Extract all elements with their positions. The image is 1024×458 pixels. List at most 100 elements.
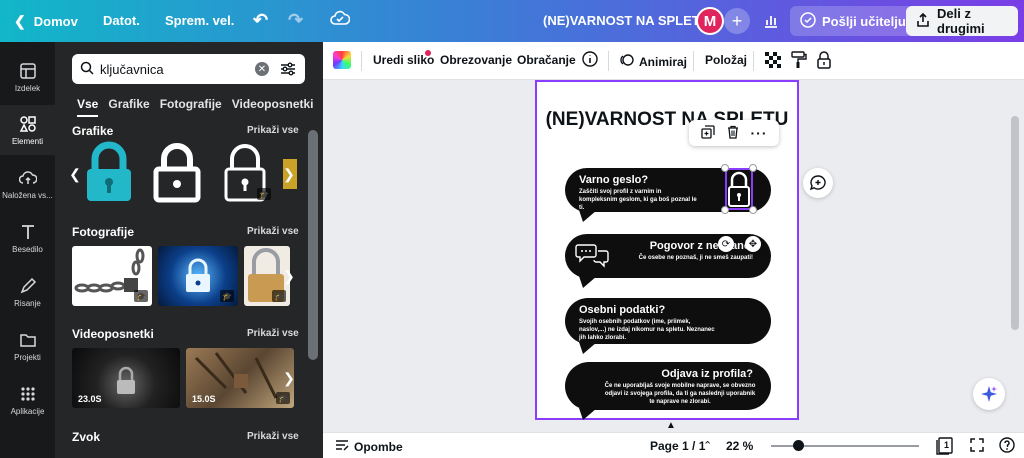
bubble-text: Svojih osebnih podatkov (ime, priimek, n… xyxy=(579,319,715,341)
rail-item-elements[interactable]: Elementi xyxy=(0,105,55,155)
videos-section-title: Videoposnetki xyxy=(72,327,154,341)
video-padlock-dark[interactable]: 23.0S xyxy=(72,348,180,408)
zoom-level[interactable]: 22 % xyxy=(726,439,753,453)
pages-grid-button[interactable]: 1 xyxy=(935,437,955,458)
info-icon[interactable] xyxy=(582,51,598,70)
add-comment-button[interactable] xyxy=(803,168,833,198)
rail-item-text[interactable]: Besedilo xyxy=(0,213,55,263)
graphics-show-all-link[interactable]: Prikaži vse xyxy=(247,125,299,136)
photos-show-all-link[interactable]: Prikaži vse xyxy=(247,226,299,237)
rail-item-draw[interactable]: Risanje xyxy=(0,267,55,317)
more-options-icon[interactable]: ··· xyxy=(751,125,768,141)
left-rail: Izdelek Elementi Naložena vs... Besedilo… xyxy=(0,42,55,458)
notes-button[interactable]: Opombe xyxy=(335,439,403,454)
animate-icon xyxy=(619,53,635,70)
resize-handle[interactable] xyxy=(721,206,729,214)
home-button[interactable]: ❮ Domov xyxy=(14,13,78,30)
folder-icon xyxy=(19,333,36,347)
pen-icon xyxy=(20,277,36,293)
speech-bubble[interactable]: Osebni podatki? Svojih osebnih podatkov … xyxy=(565,298,771,354)
resize-handle[interactable] xyxy=(749,206,757,214)
lock-graphic-teal[interactable] xyxy=(79,140,139,204)
chevron-up-icon[interactable]: ▲ xyxy=(666,420,676,431)
clear-search-icon[interactable]: ✕ xyxy=(255,62,269,76)
video-chain-gate[interactable]: 15.0S 🎓 xyxy=(186,348,294,408)
duplicate-icon[interactable] xyxy=(700,124,715,142)
video-duration: 15.0S xyxy=(192,394,216,404)
file-menu-button[interactable]: Datot. xyxy=(103,13,140,28)
avatar[interactable]: M xyxy=(696,7,724,35)
redo-icon[interactable]: ↷ xyxy=(288,10,303,31)
photo-digital-lock[interactable]: 🎓 xyxy=(158,246,238,306)
notes-icon xyxy=(335,439,349,454)
lock-graphic-white[interactable] xyxy=(147,140,207,204)
photo-chain-lock[interactable]: 🎓 xyxy=(72,246,152,306)
chevron-right-icon[interactable]: ❯ xyxy=(281,261,297,291)
graphics-row: 🎓 xyxy=(79,140,297,204)
tab-photos[interactable]: Fotografije xyxy=(160,97,222,117)
apps-grid-icon xyxy=(20,386,35,401)
design-canvas: (NE)VARNOST NA SPLETU Varno geslo? Zašči… xyxy=(323,80,1024,432)
animate-button[interactable]: Animiraj xyxy=(619,53,687,70)
resize-handle[interactable] xyxy=(749,164,757,172)
position-button[interactable]: Položaj xyxy=(705,53,747,67)
selected-lock-element[interactable] xyxy=(725,168,753,210)
trash-icon[interactable] xyxy=(726,125,740,142)
bottom-bar: Opombe Page 1 / 1 ⌃ 22 % 1 xyxy=(323,432,1024,458)
fullscreen-icon[interactable] xyxy=(969,437,985,456)
chevron-right-icon[interactable]: ❯ xyxy=(281,363,297,393)
home-label: Domov xyxy=(33,14,78,29)
send-to-teacher-button[interactable]: Pošlji učitelju xyxy=(790,6,916,36)
animate-label: Animiraj xyxy=(639,54,688,69)
search-input[interactable] xyxy=(100,61,250,77)
text-icon xyxy=(21,224,34,239)
move-icon[interactable]: ✥ xyxy=(745,236,761,252)
page-indicator[interactable]: Page 1 / 1 xyxy=(650,439,705,453)
resize-button[interactable]: Sprem. vel. xyxy=(165,13,234,28)
paint-roller-icon[interactable] xyxy=(791,51,807,72)
photos-section-title: Fotografije xyxy=(72,225,134,239)
resize-handle[interactable] xyxy=(721,164,729,172)
rail-item-design[interactable]: Izdelek xyxy=(0,52,55,102)
page-count: 1 xyxy=(944,440,950,450)
audio-show-all-link[interactable]: Prikaži vse xyxy=(247,431,299,442)
elements-panel: ✕ Vse Grafike Fotografije Videoposnetki … xyxy=(55,42,323,458)
add-collaborator-button[interactable]: + xyxy=(724,8,750,34)
panel-scrollbar[interactable] xyxy=(308,130,318,360)
zoom-slider-knob[interactable] xyxy=(793,440,804,451)
toolbar-divider xyxy=(693,51,694,71)
help-icon[interactable] xyxy=(999,437,1015,456)
sparkle-icon xyxy=(981,386,997,402)
filter-sliders-icon[interactable] xyxy=(279,60,297,81)
tab-all[interactable]: Vse xyxy=(77,97,99,117)
chevron-up-icon[interactable]: ⌃ xyxy=(703,439,712,452)
chat-bubbles-icon xyxy=(575,242,609,271)
speech-bubble[interactable]: Pogovor z neznanci Če osebe ne poznaš, j… xyxy=(565,234,771,288)
bubble-text: Če ne uporabljaš svoje mobilne naprave, … xyxy=(604,383,756,405)
speech-bubble[interactable]: Odjava iz profila? Če ne uporabljaš svoj… xyxy=(565,362,771,420)
design-title[interactable]: (NE)VARNOST NA SPLETU xyxy=(543,13,709,28)
cloud-saved-icon[interactable] xyxy=(330,10,350,26)
canvas-scrollbar[interactable] xyxy=(1011,116,1019,330)
tab-graphics[interactable]: Grafike xyxy=(108,97,149,117)
transparency-icon[interactable] xyxy=(765,52,781,71)
videos-show-all-link[interactable]: Prikaži vse xyxy=(247,328,299,339)
bubble-title: Osebni podatki? xyxy=(579,304,666,316)
rail-label: Besedilo xyxy=(12,244,43,254)
color-picker-button[interactable] xyxy=(333,51,351,69)
magic-assistant-button[interactable] xyxy=(973,378,1005,410)
lock-icon[interactable] xyxy=(817,51,831,72)
crop-button[interactable]: Obrezovanje xyxy=(440,53,512,67)
rail-item-projects[interactable]: Projekti xyxy=(0,321,55,371)
rail-item-apps[interactable]: Aplikacije xyxy=(0,375,55,425)
chevron-right-icon[interactable]: ❯ xyxy=(281,159,297,189)
lock-graphic-outline[interactable]: 🎓 xyxy=(215,140,275,204)
tab-videos[interactable]: Videoposnetki xyxy=(232,97,314,117)
rotate-icon[interactable]: ⟳ xyxy=(718,236,734,252)
flip-button[interactable]: Obračanje xyxy=(517,53,576,67)
undo-icon[interactable]: ↶ xyxy=(253,10,268,31)
search-box[interactable]: ✕ xyxy=(72,54,305,84)
rail-item-uploads[interactable]: Naložena vs... xyxy=(0,159,55,209)
share-button[interactable]: Deli z drugimi xyxy=(906,6,1018,36)
insights-icon[interactable] xyxy=(758,7,784,35)
